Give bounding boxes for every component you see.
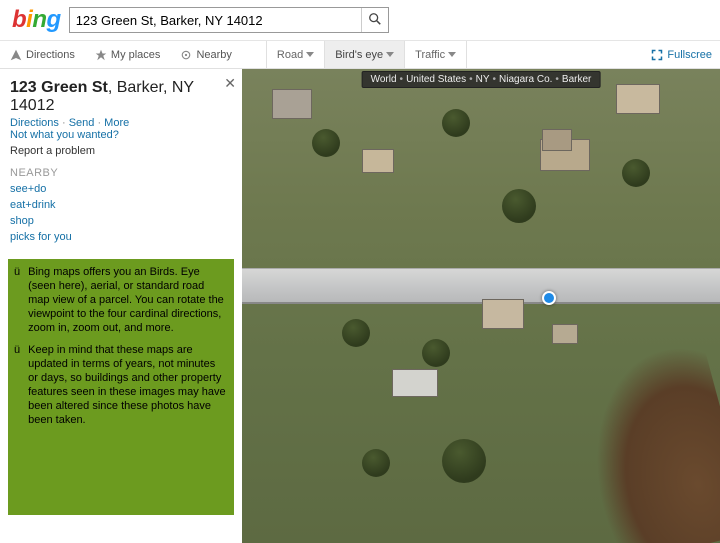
crumb-part: Niagara Co. <box>499 74 552 85</box>
search-icon <box>368 14 382 29</box>
star-icon <box>95 49 107 61</box>
fullscreen-label: Fullscree <box>667 49 712 61</box>
address-bold: 123 Green St <box>10 79 108 96</box>
tab-traffic[interactable]: Traffic <box>404 41 467 68</box>
check-icon: ü <box>14 343 20 427</box>
chevron-down-icon <box>306 52 314 57</box>
close-icon[interactable]: ✕ <box>224 75 236 92</box>
note-text: Keep in mind that these maps are updated… <box>28 343 228 427</box>
crumb-part: NY <box>476 74 490 85</box>
nearby-item[interactable]: picks for you <box>10 229 232 245</box>
link-notwanted[interactable]: Not what you wanted? <box>10 129 119 141</box>
fullscreen-icon <box>651 49 663 61</box>
tab-label: Traffic <box>415 49 445 61</box>
toolbar: Directions My places Nearby Road Bird's … <box>0 41 720 69</box>
tab-road[interactable]: Road <box>266 41 324 68</box>
link-more[interactable]: More <box>104 117 129 129</box>
address-block: 123 Green St, Barker, NY 14012 ✕ <box>0 69 242 117</box>
search-button[interactable] <box>362 8 388 32</box>
nearby-item[interactable]: shop <box>10 213 232 229</box>
search-input[interactable] <box>70 13 361 28</box>
breadcrumb[interactable]: World•United States•NY•Niagara Co.•Barke… <box>362 71 601 88</box>
crumb-part: United States <box>406 74 466 85</box>
notes-overlay: üBing maps offers you an Birds. Eye (see… <box>0 253 242 525</box>
header: bing <box>0 0 720 41</box>
address-title: 123 Green St, Barker, NY 14012 <box>10 79 232 115</box>
link-directions[interactable]: Directions <box>10 117 69 129</box>
nearby-button[interactable]: Nearby <box>170 41 241 68</box>
link-send[interactable]: Send <box>69 117 104 129</box>
aerial-imagery <box>242 69 720 543</box>
toolbar-label: Directions <box>26 49 75 61</box>
chevron-down-icon <box>448 52 456 57</box>
toolbar-label: My places <box>111 49 161 61</box>
crumb-part: World <box>371 74 397 85</box>
nearby-list: see+do eat+drink shop picks for you <box>0 181 242 253</box>
view-tabs: Road Bird's eye Traffic <box>266 41 467 68</box>
target-icon <box>180 49 192 61</box>
directions-button[interactable]: Directions <box>0 41 85 68</box>
crumb-part: Barker <box>562 74 591 85</box>
search-box <box>69 7 389 33</box>
main: 123 Green St, Barker, NY 14012 ✕ Directi… <box>0 69 720 543</box>
tab-label: Road <box>277 49 303 61</box>
directions-icon <box>10 49 22 61</box>
tab-label: Bird's eye <box>335 49 383 61</box>
check-icon: ü <box>14 265 20 335</box>
nearby-item[interactable]: eat+drink <box>10 197 232 213</box>
map-view[interactable]: World•United States•NY•Niagara Co.•Barke… <box>242 69 720 543</box>
chevron-down-icon <box>386 52 394 57</box>
report-problem[interactable]: Report a problem <box>0 141 242 163</box>
myplaces-button[interactable]: My places <box>85 41 171 68</box>
bing-logo: bing <box>12 6 61 34</box>
nearby-item[interactable]: see+do <box>10 181 232 197</box>
toolbar-label: Nearby <box>196 49 231 61</box>
nearby-header: NEARBY <box>0 163 242 181</box>
fullscreen-button[interactable]: Fullscree <box>643 41 720 68</box>
location-marker[interactable] <box>542 291 556 305</box>
note-text: Bing maps offers you an Birds. Eye (seen… <box>28 265 228 335</box>
tab-birdseye[interactable]: Bird's eye <box>324 41 404 68</box>
left-panel: 123 Green St, Barker, NY 14012 ✕ Directi… <box>0 69 242 543</box>
address-links: DirectionsSendMore Not what you wanted? <box>0 117 242 141</box>
